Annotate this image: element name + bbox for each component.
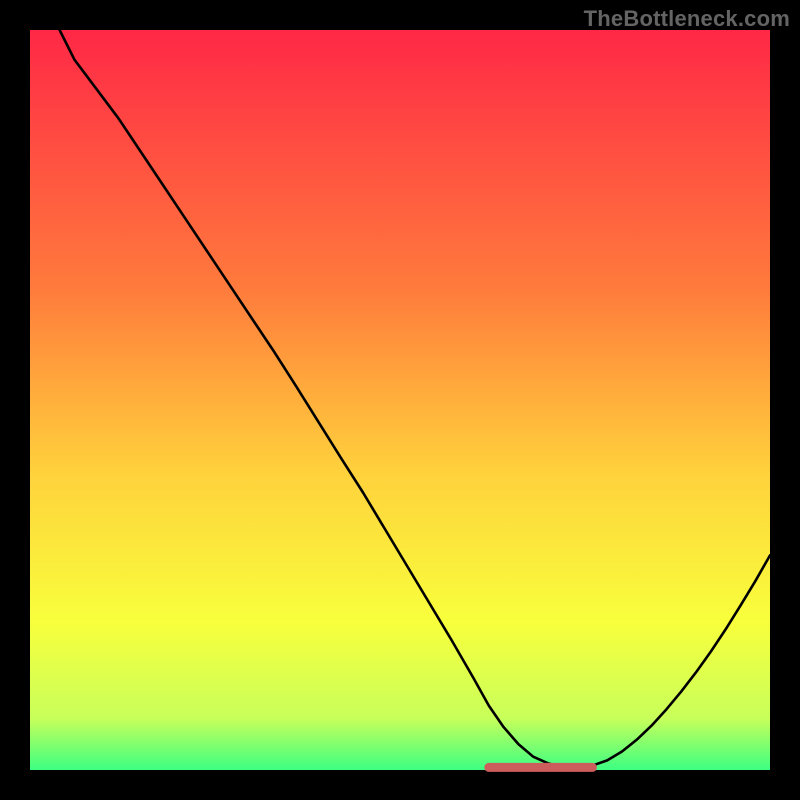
watermark-text: TheBottleneck.com bbox=[584, 6, 790, 32]
plot-background bbox=[30, 30, 770, 770]
chart-svg bbox=[0, 0, 800, 800]
chart-frame: { "watermark": "TheBottleneck.com", "col… bbox=[0, 0, 800, 800]
